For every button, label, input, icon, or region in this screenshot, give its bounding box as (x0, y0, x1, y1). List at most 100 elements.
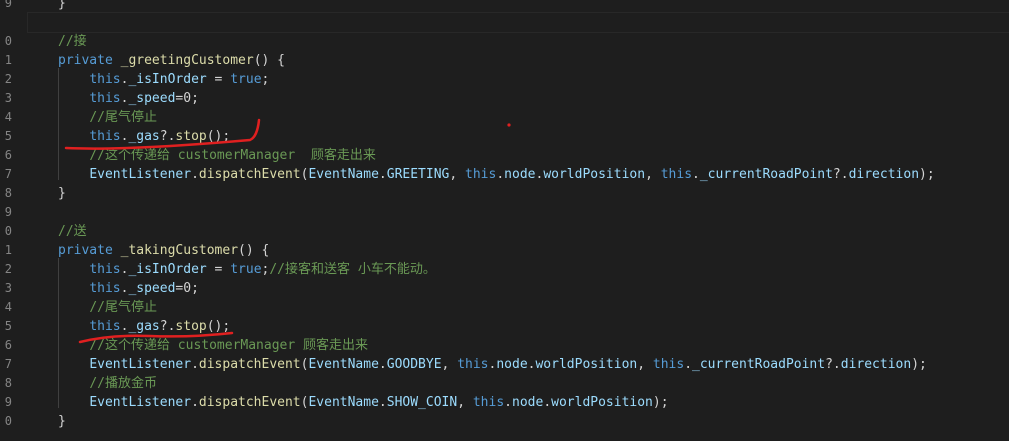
code-line[interactable]: this._gas?.stop(); (28, 127, 1009, 146)
code-token: } (58, 0, 66, 11)
code-token: node (504, 167, 536, 182)
code-token: this (89, 129, 121, 144)
code-token: ; (261, 72, 270, 87)
code-token: this (89, 319, 121, 334)
line-number-text: 3 (4, 91, 12, 105)
line-number: 5 (0, 317, 22, 336)
line-number-text: 9 (4, 205, 12, 219)
code-token: private (58, 243, 121, 258)
code-line[interactable] (28, 203, 1009, 222)
code-editor[interactable]: }//接 private _greetingCustomer() { this._… (27, 0, 1009, 441)
code-token: _speed (128, 91, 176, 106)
line-number: 3 (0, 279, 22, 298)
line-number: 9 (0, 0, 22, 13)
code-token: EventListener (89, 357, 192, 372)
line-number-text: 6 (4, 148, 12, 162)
line-number-text: 4 (4, 110, 12, 124)
line-number: 4 (0, 108, 22, 127)
code-token: stop (175, 319, 207, 334)
code-line[interactable]: //尾气停止 (28, 108, 1009, 127)
line-number: 8 (0, 374, 22, 393)
code-token: worldPosition (543, 167, 646, 182)
line-number-text: 0 (4, 34, 12, 48)
code-token: . (692, 167, 700, 182)
code-line[interactable]: EventListener.dispatchEvent(EventName.GR… (28, 165, 1009, 184)
line-number-text: 9 (4, 0, 12, 10)
code-line[interactable]: this._gas?.stop(); (28, 317, 1009, 336)
code-line[interactable]: //接 (28, 32, 1009, 51)
line-number: 8 (0, 184, 22, 203)
code-token: EventListener (89, 395, 192, 410)
line-number-text: 6 (4, 338, 12, 352)
code-line[interactable]: this._speed=0; (28, 279, 1009, 298)
code-line[interactable]: //尾气停止 (28, 298, 1009, 317)
code-token: direction (848, 167, 920, 182)
code-token: node (496, 357, 528, 372)
code-token: //播放金币 (89, 376, 157, 391)
code-token: ?. (159, 319, 176, 334)
line-number-text: 2 (4, 72, 12, 86)
line-number: 1 (0, 51, 22, 70)
line-number-text: 3 (4, 281, 12, 295)
code-line[interactable]: //这个传递给 customerManager 顾客走出来 (28, 146, 1009, 165)
code-token: , (441, 357, 458, 372)
code-token: , (457, 395, 473, 410)
code-token: ); (911, 357, 927, 372)
code-token: . (504, 395, 512, 410)
code-token: = (206, 72, 231, 87)
line-number-text: 0 (4, 414, 12, 428)
line-number: 3 (0, 89, 22, 108)
code-token: . (378, 395, 387, 410)
code-line[interactable]: private _greetingCustomer() { (28, 51, 1009, 70)
current-line[interactable] (27, 12, 1009, 33)
code-token: ?. (159, 129, 176, 144)
code-token: //接客和送客 小车不能动。 (269, 262, 436, 277)
line-number: 7 (0, 165, 22, 184)
code-line[interactable]: } (28, 184, 1009, 203)
code-token: this (652, 357, 685, 372)
line-number-text: 2 (4, 262, 12, 276)
code-token: _currentRoadPoint (692, 357, 826, 372)
line-number-gutter: 9 0 1 2 3 4 5 6 7 8 9 0 1 2 3 4 5 6 7 8 9 0 (0, 0, 28, 441)
code-token: this (89, 72, 121, 87)
code-line[interactable]: } (28, 412, 1009, 431)
line-number: 9 (0, 203, 22, 222)
code-token: = (206, 262, 231, 277)
code-token: //这个传递给 customerManager 顾客走出来 (89, 148, 376, 163)
code-line[interactable]: private _takingCustomer() { (28, 241, 1009, 260)
code-line[interactable]: this._speed=0; (28, 89, 1009, 108)
line-number-text: 1 (4, 53, 12, 67)
code-token: _speed (128, 281, 176, 296)
line-number: 6 (0, 336, 22, 355)
code-token: dispatchEvent (198, 167, 301, 182)
code-token: direction (840, 357, 912, 372)
line-number: 1 (0, 241, 22, 260)
code-line[interactable]: this._isInOrder = true;//接客和送客 小车不能动。 (28, 260, 1009, 279)
code-token: EventListener (89, 167, 192, 182)
line-number: 6 (0, 146, 22, 165)
code-line[interactable]: //送 (28, 222, 1009, 241)
line-number: 9 (0, 393, 22, 412)
line-number-text: 8 (4, 376, 12, 390)
code-token: _gas (128, 319, 160, 334)
code-token: this (89, 91, 121, 106)
code-line[interactable]: //播放金币 (28, 374, 1009, 393)
line-number-text: 5 (4, 129, 12, 143)
code-line[interactable]: //这个传递给 customerManager 顾客走出来 (28, 336, 1009, 355)
code-line[interactable]: EventListener.dispatchEvent(EventName.SH… (28, 393, 1009, 412)
code-token: . (543, 395, 552, 410)
code-token: GOODBYE (386, 357, 442, 372)
code-line[interactable]: } (28, 0, 1009, 13)
code-line[interactable]: EventListener.dispatchEvent(EventName.GO… (28, 355, 1009, 374)
code-token: _takingCustomer (120, 243, 239, 258)
code-line[interactable]: this._isInOrder = true; (28, 70, 1009, 89)
